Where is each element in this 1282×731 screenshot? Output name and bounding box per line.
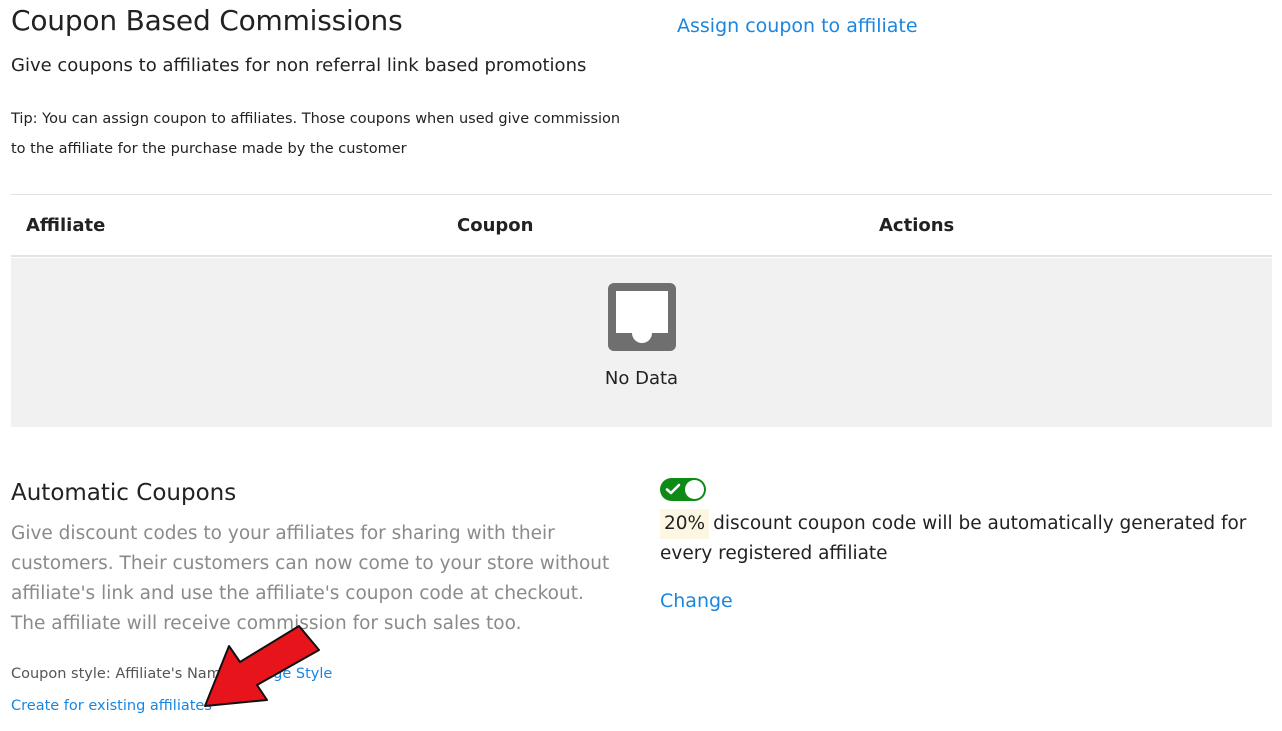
automatic-coupons-description: Give discount codes to your affiliates f…	[11, 523, 610, 634]
column-header-affiliate: Affiliate	[26, 215, 106, 236]
empty-state-text: No Data	[604, 368, 679, 389]
tip-text: Tip: You can assign coupon to affiliates…	[11, 111, 621, 157]
page-subtitle: Give coupons to affiliates for non refer…	[11, 55, 587, 76]
page-title: Coupon Based Commissions	[11, 4, 403, 37]
discount-description: 20% discount coupon code will be automati…	[660, 509, 1260, 569]
assign-coupon-link[interactable]: Assign coupon to affiliate	[677, 15, 918, 37]
discount-percent-badge: 20%	[660, 509, 710, 539]
coupons-table-header: Affiliate Coupon Actions	[11, 197, 1272, 257]
divider	[11, 194, 1272, 195]
check-icon	[665, 483, 681, 495]
column-header-actions: Actions	[879, 215, 955, 236]
column-header-coupon: Coupon	[457, 215, 534, 236]
coupons-table-empty-state: No Data	[11, 258, 1272, 427]
discount-text: discount coupon code will be automatical…	[660, 513, 1247, 564]
annotation-arrow-icon	[204, 625, 320, 707]
toggle-knob	[685, 480, 704, 499]
automatic-coupons-title: Automatic Coupons	[11, 480, 237, 506]
change-discount-link[interactable]: Change	[660, 590, 733, 612]
automatic-coupons-toggle[interactable]	[660, 478, 706, 501]
create-for-existing-affiliates-link[interactable]: Create for existing affiliates	[11, 698, 212, 714]
coupon-settings-page: Coupon Based Commissions Give coupons to…	[0, 0, 1282, 731]
inbox-icon	[608, 283, 676, 351]
